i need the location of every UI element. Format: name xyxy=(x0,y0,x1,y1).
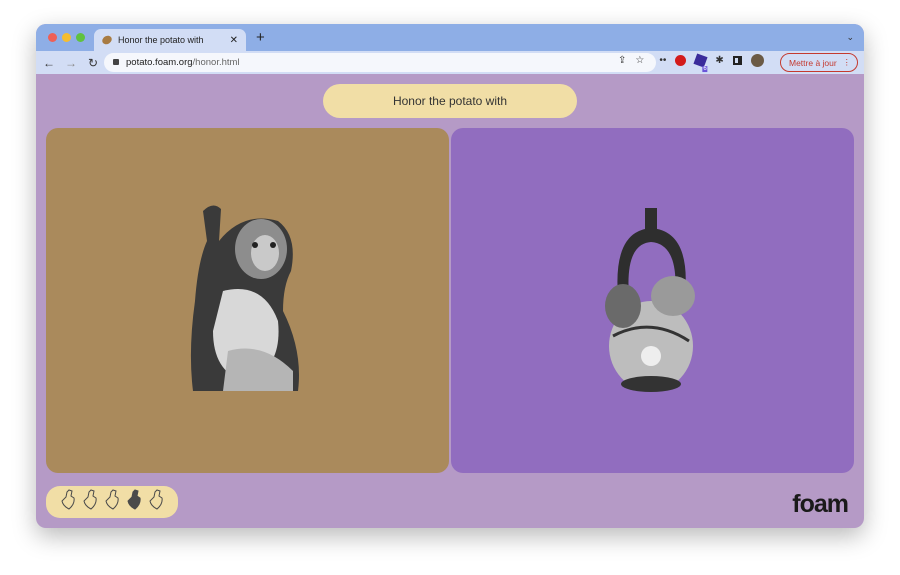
back-button[interactable]: ← xyxy=(38,56,60,70)
choice-right-panel[interactable] xyxy=(451,128,854,473)
choice-left-panel[interactable] xyxy=(46,128,449,473)
monkey-sculpture-image xyxy=(190,204,299,391)
tab-search-chevron-icon[interactable]: ⌄ xyxy=(846,32,854,43)
profile-avatar[interactable] xyxy=(750,54,764,67)
browser-tab[interactable]: Honor the potato with ✕ xyxy=(94,29,246,51)
minimize-window-button[interactable] xyxy=(62,33,71,42)
extension-badge-count: 6 xyxy=(702,65,708,72)
close-window-button[interactable] xyxy=(48,33,57,42)
tab-title: Honor the potato with xyxy=(118,35,204,45)
extension-badge-icon[interactable]: 6 xyxy=(693,53,708,72)
url-path: /honor.html xyxy=(192,57,240,68)
update-button[interactable]: Mettre à jour ⋮ xyxy=(780,53,858,72)
forward-button[interactable]: → xyxy=(60,56,82,70)
toolbar: ← → ↻ potato.foam.org/honor.html ⇪ ☆ •• … xyxy=(36,51,864,74)
tab-bar: Honor the potato with ✕ + ⌄ xyxy=(36,24,864,51)
trowel-rating xyxy=(46,486,178,518)
side-panel-icon[interactable] xyxy=(732,56,742,65)
adblock-extension-icon[interactable] xyxy=(675,55,687,66)
address-bar[interactable]: potato.foam.org/honor.html xyxy=(104,53,656,72)
foam-logo: foam xyxy=(792,490,849,518)
close-tab-icon[interactable]: ✕ xyxy=(230,35,238,46)
trowel-icon[interactable] xyxy=(126,488,143,516)
browser-window: Honor the potato with ✕ + ⌄ ← → ↻ potato… xyxy=(36,24,864,528)
potato-favicon-icon xyxy=(100,34,114,46)
update-label: Mettre à jour xyxy=(789,57,837,68)
lock-icon xyxy=(113,59,119,65)
trowel-icon[interactable] xyxy=(60,488,77,516)
menu-dots-icon[interactable]: ⋮ xyxy=(843,57,852,68)
reload-button[interactable]: ↻ xyxy=(82,56,104,70)
new-tab-button[interactable]: + xyxy=(256,29,265,46)
url-host: potato.foam.org xyxy=(126,57,193,68)
bookmark-star-icon[interactable]: ☆ xyxy=(635,55,644,66)
share-icon[interactable]: ⇪ xyxy=(618,55,626,66)
maximize-window-button[interactable] xyxy=(76,33,85,42)
extensions-puzzle-icon[interactable]: ✱ xyxy=(715,55,723,66)
trowel-icon[interactable] xyxy=(148,488,165,516)
trowel-icon[interactable] xyxy=(82,488,99,516)
stirrup-spout-vessel-image xyxy=(604,207,695,392)
extension-dots-icon[interactable]: •• xyxy=(659,55,666,66)
prompt-title: Honor the potato with xyxy=(323,84,577,118)
trowel-icon[interactable] xyxy=(104,488,121,516)
